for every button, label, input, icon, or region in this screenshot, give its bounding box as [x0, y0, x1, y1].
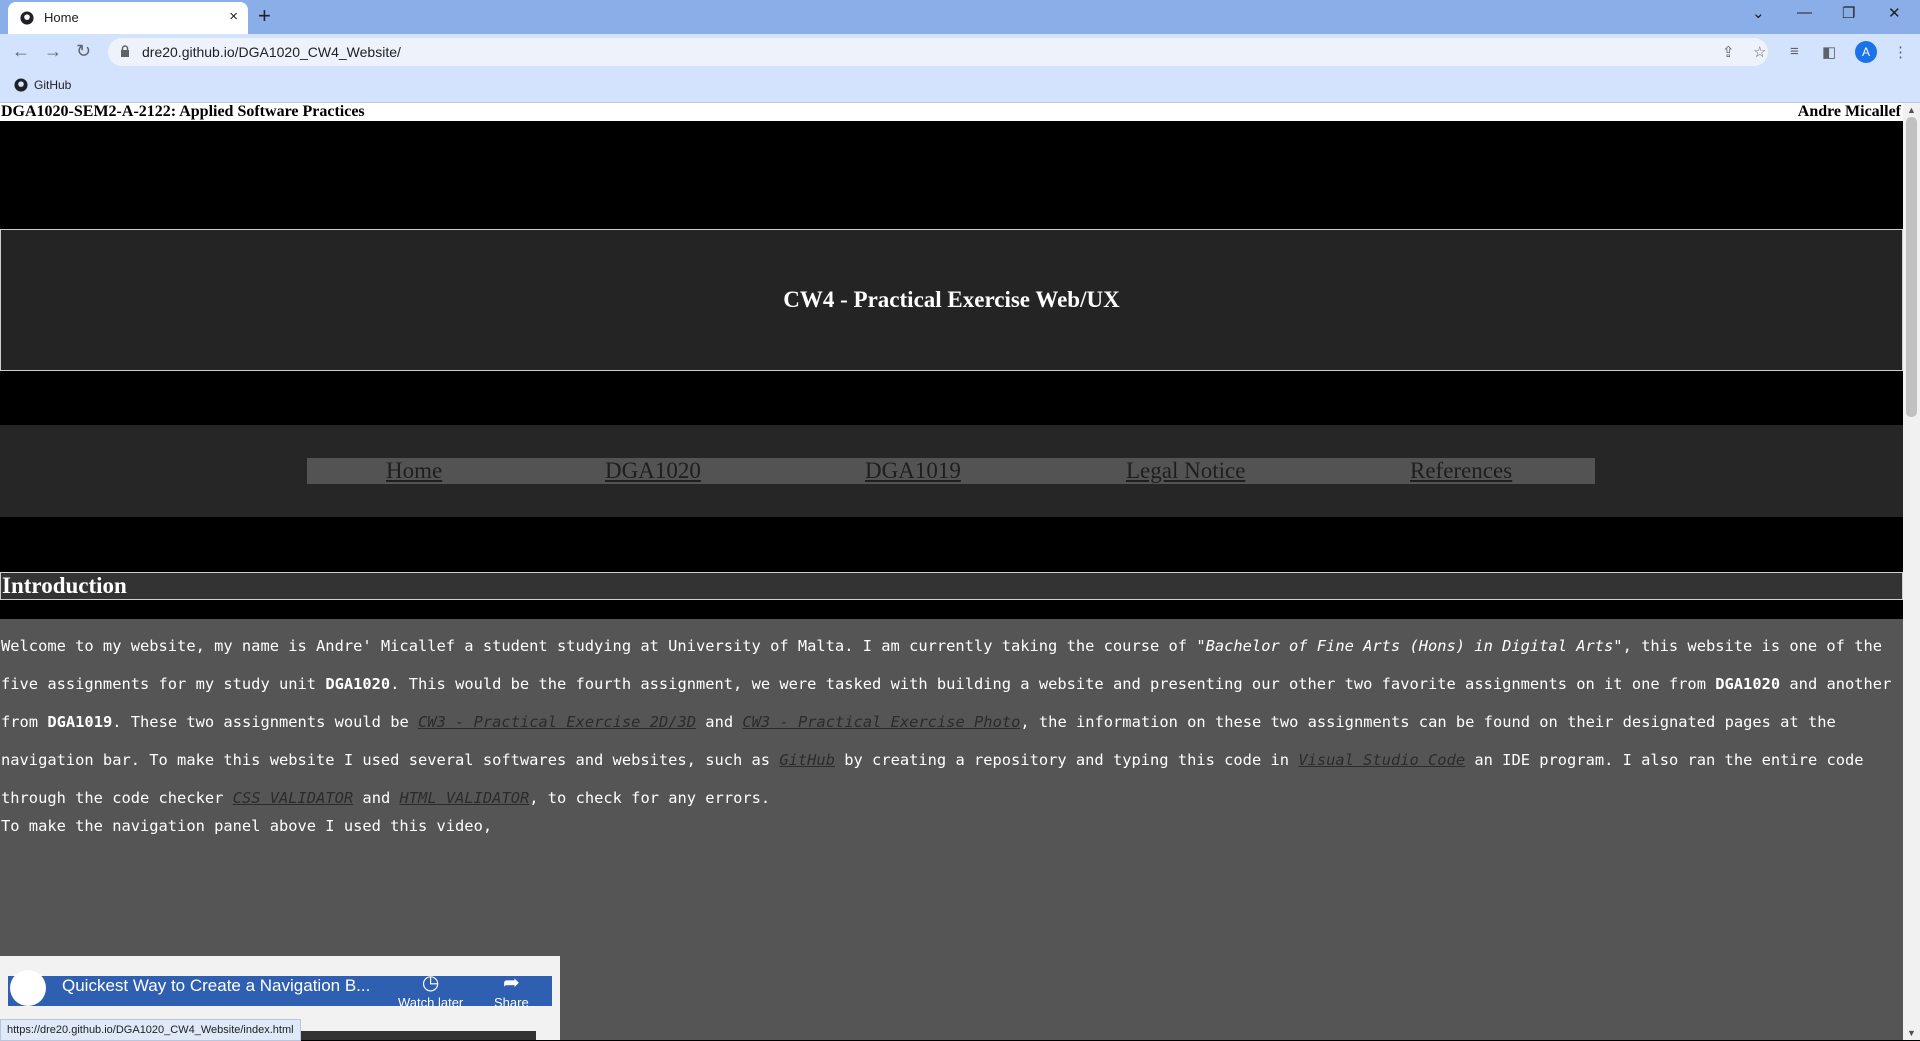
link-vscode[interactable]: Visual Studio Code — [1298, 751, 1465, 769]
scroll-down-icon[interactable]: ▼ — [1907, 1028, 1916, 1038]
scrollbar-thumb[interactable] — [1906, 117, 1917, 417]
reading-list-icon[interactable]: ≡ — [1790, 43, 1799, 60]
address-url: dre20.github.io/DGA1020_CW4_Website/ — [142, 44, 401, 60]
course-name: "Bachelor of Fine Arts (Hons) in Digital… — [1196, 637, 1623, 655]
text: and — [362, 789, 391, 807]
intro-heading-bar: Introduction — [0, 572, 1903, 600]
link-html-validator[interactable]: HTML VALIDATOR — [400, 789, 530, 807]
github-icon — [14, 78, 28, 92]
watch-later-label: Watch later — [398, 995, 464, 1010]
close-window-icon[interactable]: ✕ — [1888, 4, 1901, 22]
share-arrow-icon: ➦ — [502, 972, 520, 994]
bookmark-github[interactable]: GitHub — [14, 78, 71, 92]
text: . These two assignments would be — [112, 713, 409, 731]
share-button[interactable]: ➦ Share — [494, 970, 529, 1010]
bookmark-star-icon[interactable]: ☆ — [1753, 43, 1766, 61]
clock-icon: ◷ — [421, 972, 440, 994]
share-icon[interactable]: ⇪ — [1722, 43, 1735, 61]
nav-link-legal-notice[interactable]: Legal Notice — [1126, 458, 1245, 484]
tab-home[interactable]: Home × — [8, 2, 248, 34]
nav-band: Home DGA1020 DGA1019 Legal Notice Refere… — [0, 425, 1903, 517]
nav-link-dga1020[interactable]: DGA1020 — [605, 458, 701, 484]
intro-paragraph: Welcome to my website, my name is Andre'… — [1, 627, 1901, 817]
scroll-up-icon[interactable]: ▲ — [1907, 105, 1916, 115]
restore-icon[interactable]: ❐ — [1842, 4, 1855, 22]
bookmarks-bar: GitHub — [0, 70, 1920, 103]
course-title: DGA1020-SEM2-A-2122: Applied Software Pr… — [1, 103, 365, 120]
tab-title: Home — [44, 10, 79, 25]
lock-icon — [121, 45, 129, 57]
share-label: Share — [494, 995, 529, 1010]
nav-link-dga1019[interactable]: DGA1019 — [865, 458, 961, 484]
minimize-icon[interactable]: — — [1797, 4, 1812, 21]
address-bar[interactable]: dre20.github.io/DGA1020_CW4_Website/ — [108, 38, 1768, 66]
text: by creating a repository and typing this… — [844, 751, 1290, 769]
intro-content: Welcome to my website, my name is Andre'… — [0, 619, 1903, 1040]
watch-later-button[interactable]: ◷ Watch later — [398, 970, 463, 1010]
page-title: CW4 - Practical Exercise Web/UX — [783, 287, 1120, 312]
page-header-strip: DGA1020-SEM2-A-2122: Applied Software Pr… — [0, 103, 1903, 121]
back-icon[interactable]: ← — [12, 41, 30, 62]
unit-code: DGA1020 — [325, 675, 391, 693]
intro-heading: Introduction — [2, 573, 127, 598]
text: and — [705, 713, 734, 731]
tab-search-icon[interactable]: ⌄ — [1752, 4, 1765, 22]
text: . This would be the fourth assignment, w… — [390, 675, 1706, 693]
browser-toolbar: ← → ↻ dre20.github.io/DGA1020_CW4_Websit… — [0, 34, 1920, 70]
nav-link-home[interactable]: Home — [386, 458, 442, 484]
channel-logo[interactable] — [10, 970, 46, 1006]
page-scrollbar[interactable]: ▲ ▼ — [1903, 103, 1920, 1040]
reload-icon[interactable]: ↻ — [76, 41, 91, 62]
menu-icon[interactable]: ⋮ — [1893, 43, 1908, 61]
unit-code: DGA1019 — [47, 713, 113, 731]
title-banner: CW4 - Practical Exercise Web/UX — [0, 229, 1903, 371]
nav-link-references[interactable]: References — [1410, 458, 1512, 484]
side-panel-icon[interactable]: ◧ — [1822, 43, 1836, 61]
link-css-validator[interactable]: CSS VALIDATOR — [233, 789, 353, 807]
github-favicon-icon — [20, 11, 34, 25]
author-name: Andre Micallef — [1797, 103, 1901, 120]
status-bar-url: https://dre20.github.io/DGA1020_CW4_Webs… — [0, 1019, 301, 1041]
tab-close-icon[interactable]: × — [229, 8, 238, 25]
text: Welcome to my website, my name is Andre'… — [1, 637, 1188, 655]
tab-strip: Home × + ⌄ — ❐ ✕ — [0, 0, 1920, 34]
new-tab-button[interactable]: + — [258, 5, 271, 27]
video-title[interactable]: Quickest Way to Create a Navigation B... — [62, 976, 370, 996]
text: , to check for any errors. — [529, 789, 771, 807]
link-cw3-2d3d[interactable]: CW3 - Practical Exercise 2D/3D — [418, 713, 696, 731]
link-github[interactable]: GitHub — [779, 751, 835, 769]
profile-avatar[interactable]: A — [1855, 41, 1877, 63]
video-lead-text: To make the navigation panel above I use… — [1, 817, 493, 835]
page-viewport: DGA1020-SEM2-A-2122: Applied Software Pr… — [0, 103, 1903, 1040]
bookmark-label: GitHub — [34, 78, 72, 92]
unit-code: DGA1020 — [1715, 675, 1781, 693]
forward-icon[interactable]: → — [44, 41, 62, 62]
link-cw3-photo[interactable]: CW3 - Practical Exercise Photo — [742, 713, 1020, 731]
navigation-bar: Home DGA1020 DGA1019 Legal Notice Refere… — [307, 458, 1595, 484]
